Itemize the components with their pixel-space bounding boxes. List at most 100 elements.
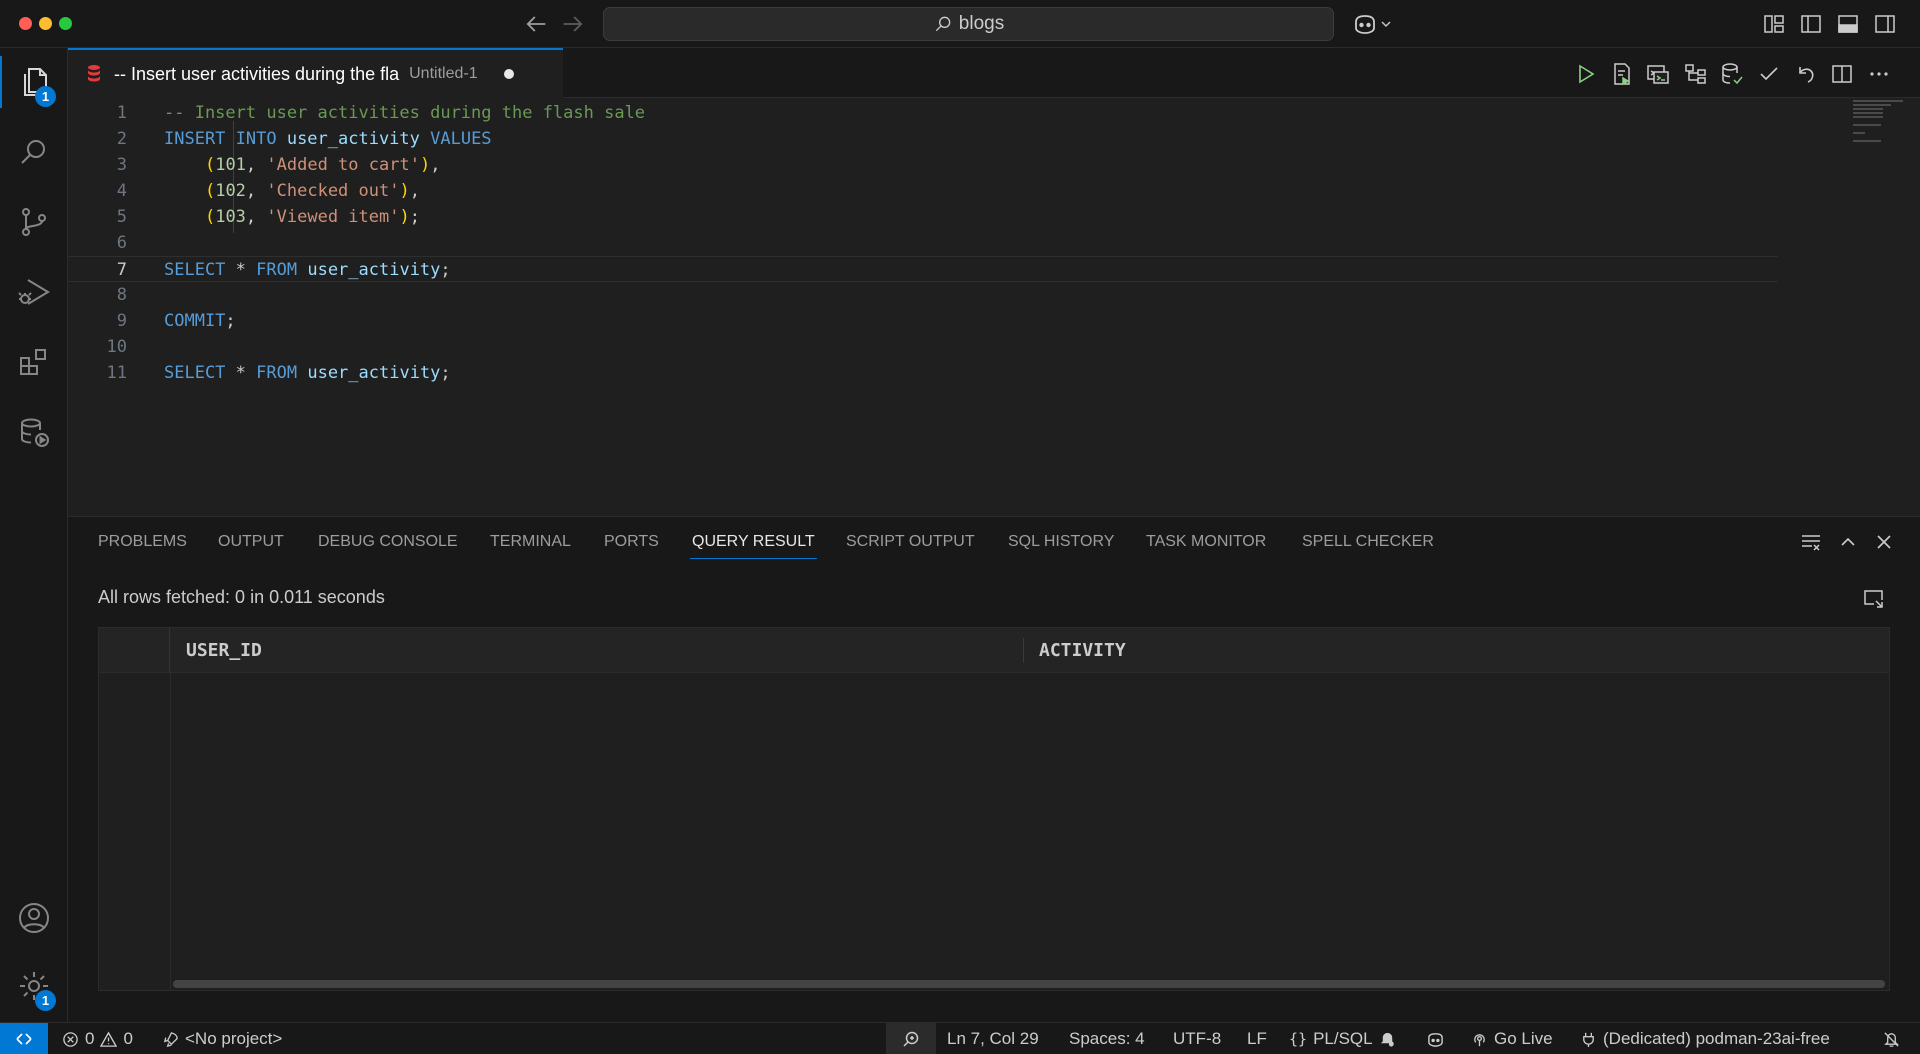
- more-actions-button[interactable]: [1867, 62, 1891, 86]
- column-header-user-id[interactable]: USER_ID: [186, 628, 262, 673]
- line-number: 3: [116, 155, 127, 175]
- problems-status[interactable]: 0 0: [62, 1023, 133, 1054]
- code-line[interactable]: 7 SELECT * FROM user_activity;: [68, 256, 1778, 282]
- language-mode-status[interactable]: {} PL/SQL: [1289, 1023, 1396, 1054]
- code-line[interactable]: 2 INSERT INTO user_activity VALUES: [68, 126, 1778, 152]
- panel-tab-sql-history[interactable]: SQL HISTORY: [1008, 517, 1114, 567]
- minimize-window-button[interactable]: [39, 17, 52, 30]
- accounts-button[interactable]: [0, 884, 68, 952]
- run-in-sqlcl-button[interactable]: [1646, 62, 1670, 86]
- horizontal-scrollbar[interactable]: [173, 980, 1885, 988]
- run-script-button[interactable]: [1610, 62, 1634, 86]
- panel-tab-query-result[interactable]: QUERY RESULT: [690, 517, 817, 567]
- workspace-name: blogs: [958, 13, 1005, 34]
- warning-icon: [100, 1031, 118, 1047]
- indentation-status[interactable]: Spaces: 4: [1069, 1023, 1145, 1054]
- manage-badge: 1: [35, 990, 56, 1011]
- search-button[interactable]: [0, 118, 68, 186]
- code-line[interactable]: 1 -- Insert user activities during the fl…: [68, 100, 1778, 126]
- line-number: 8: [116, 285, 127, 305]
- notifications-button[interactable]: [1883, 1023, 1900, 1054]
- copilot-status[interactable]: [1427, 1023, 1444, 1054]
- close-window-button[interactable]: [19, 17, 32, 30]
- connection-status[interactable]: (Dedicated) podman-23ai-free: [1580, 1023, 1830, 1054]
- code-line[interactable]: 3 (101, 'Added to cart'),: [68, 152, 1778, 178]
- code-line[interactable]: 6: [68, 230, 1778, 256]
- panel-tab-output[interactable]: OUTPUT: [218, 517, 284, 567]
- code-token: ): [399, 207, 410, 227]
- run-script-icon: [1614, 63, 1630, 86]
- manage-button[interactable]: 1: [0, 952, 68, 1020]
- code-line[interactable]: 4 (102, 'Checked out'),: [68, 178, 1778, 204]
- language-status-bell-icon: [1380, 1032, 1394, 1047]
- line-code: -- Insert user activities during the fla…: [164, 100, 645, 126]
- unsaved-dot-icon[interactable]: [503, 69, 514, 79]
- run-query-button[interactable]: [1573, 62, 1597, 86]
- code-editor[interactable]: 1 -- Insert user activities during the fl…: [68, 98, 1920, 516]
- source-control-button[interactable]: [0, 188, 68, 256]
- copilot-menu-button[interactable]: [1352, 11, 1400, 37]
- column-header-activity[interactable]: ACTIVITY: [1039, 628, 1126, 673]
- split-editor-button[interactable]: [1830, 62, 1854, 86]
- go-back-arrow-icon[interactable]: [522, 10, 550, 38]
- code-token: ;: [409, 207, 420, 227]
- go-forward-arrow-icon[interactable]: [559, 10, 587, 38]
- panel-tab-spell-checker[interactable]: SPELL CHECKER: [1302, 517, 1434, 567]
- code-line[interactable]: 8: [68, 282, 1778, 308]
- bottom-panel: PROBLEMS OUTPUT DEBUG CONSOLE TERMINAL PORTS…: [68, 516, 1920, 1022]
- code-line[interactable]: 10: [68, 334, 1778, 360]
- encoding-status[interactable]: UTF-8: [1173, 1023, 1221, 1054]
- column-separator[interactable]: [1023, 638, 1024, 663]
- project-status[interactable]: <No project>: [162, 1023, 282, 1054]
- run-and-debug-button[interactable]: [0, 258, 68, 326]
- commit-button[interactable]: [1757, 62, 1781, 86]
- split-editor-icon: [1832, 65, 1852, 83]
- panel-tab-task-monitor[interactable]: TASK MONITOR: [1146, 517, 1266, 567]
- error-count: 0: [85, 1029, 95, 1048]
- maximize-window-button[interactable]: [59, 17, 72, 30]
- tab-untitled-1[interactable]: -- Insert user activities during the fla…: [68, 48, 563, 98]
- rollback-button[interactable]: [1794, 62, 1818, 86]
- panel-tab-terminal[interactable]: TERMINAL: [490, 517, 571, 567]
- eol-status[interactable]: LF: [1247, 1023, 1267, 1054]
- code-token: 103: [215, 207, 246, 227]
- close-panel-button[interactable]: [1873, 531, 1895, 553]
- panel-tab-ports[interactable]: PORTS: [604, 517, 659, 567]
- go-live-button[interactable]: Go Live: [1471, 1023, 1553, 1054]
- export-results-icon[interactable]: [1862, 587, 1886, 611]
- row-number-header: [99, 628, 170, 673]
- line-code: (103, 'Viewed item');: [164, 204, 420, 230]
- connection-status-button[interactable]: [1720, 62, 1744, 86]
- code-line[interactable]: 5 (103, 'Viewed item');: [68, 204, 1778, 230]
- close-icon: [1877, 535, 1891, 549]
- panel-tab-debug-console[interactable]: DEBUG CONSOLE: [318, 517, 458, 567]
- sql-developer-button[interactable]: [0, 398, 68, 466]
- result-grid[interactable]: USER_ID ACTIVITY: [98, 627, 1890, 991]
- cursor-position[interactable]: Ln 7, Col 29: [947, 1023, 1039, 1054]
- explain-plan-button[interactable]: [1684, 62, 1708, 86]
- zoom-button[interactable]: [886, 1023, 936, 1054]
- toggle-panel-icon[interactable]: [1837, 13, 1859, 35]
- panel-tab-script-output[interactable]: SCRIPT OUTPUT: [846, 517, 975, 567]
- play-icon: [1579, 64, 1595, 84]
- explorer-button[interactable]: 1: [0, 48, 68, 116]
- code-line[interactable]: 9 COMMIT;: [68, 308, 1778, 334]
- code-line[interactable]: 11 SELECT * FROM user_activity;: [68, 360, 1778, 386]
- line-number: 4: [116, 181, 127, 201]
- code-token: COMMIT: [164, 311, 226, 331]
- rocket-icon: [163, 1031, 178, 1047]
- maximize-panel-button[interactable]: [1837, 531, 1859, 553]
- clear-results-button[interactable]: [1800, 531, 1822, 553]
- minimap[interactable]: [1853, 98, 1920, 142]
- customize-layout-icon[interactable]: [1763, 13, 1785, 35]
- command-center-search[interactable]: blogs: [603, 7, 1334, 41]
- toggle-primary-sidebar-icon[interactable]: [1800, 13, 1822, 35]
- remote-indicator-button[interactable]: [0, 1023, 48, 1054]
- toggle-secondary-sidebar-icon[interactable]: [1874, 13, 1896, 35]
- panel-tab-problems[interactable]: PROBLEMS: [98, 517, 187, 567]
- extensions-button[interactable]: [0, 328, 68, 396]
- result-grid-header: USER_ID ACTIVITY: [99, 628, 1889, 673]
